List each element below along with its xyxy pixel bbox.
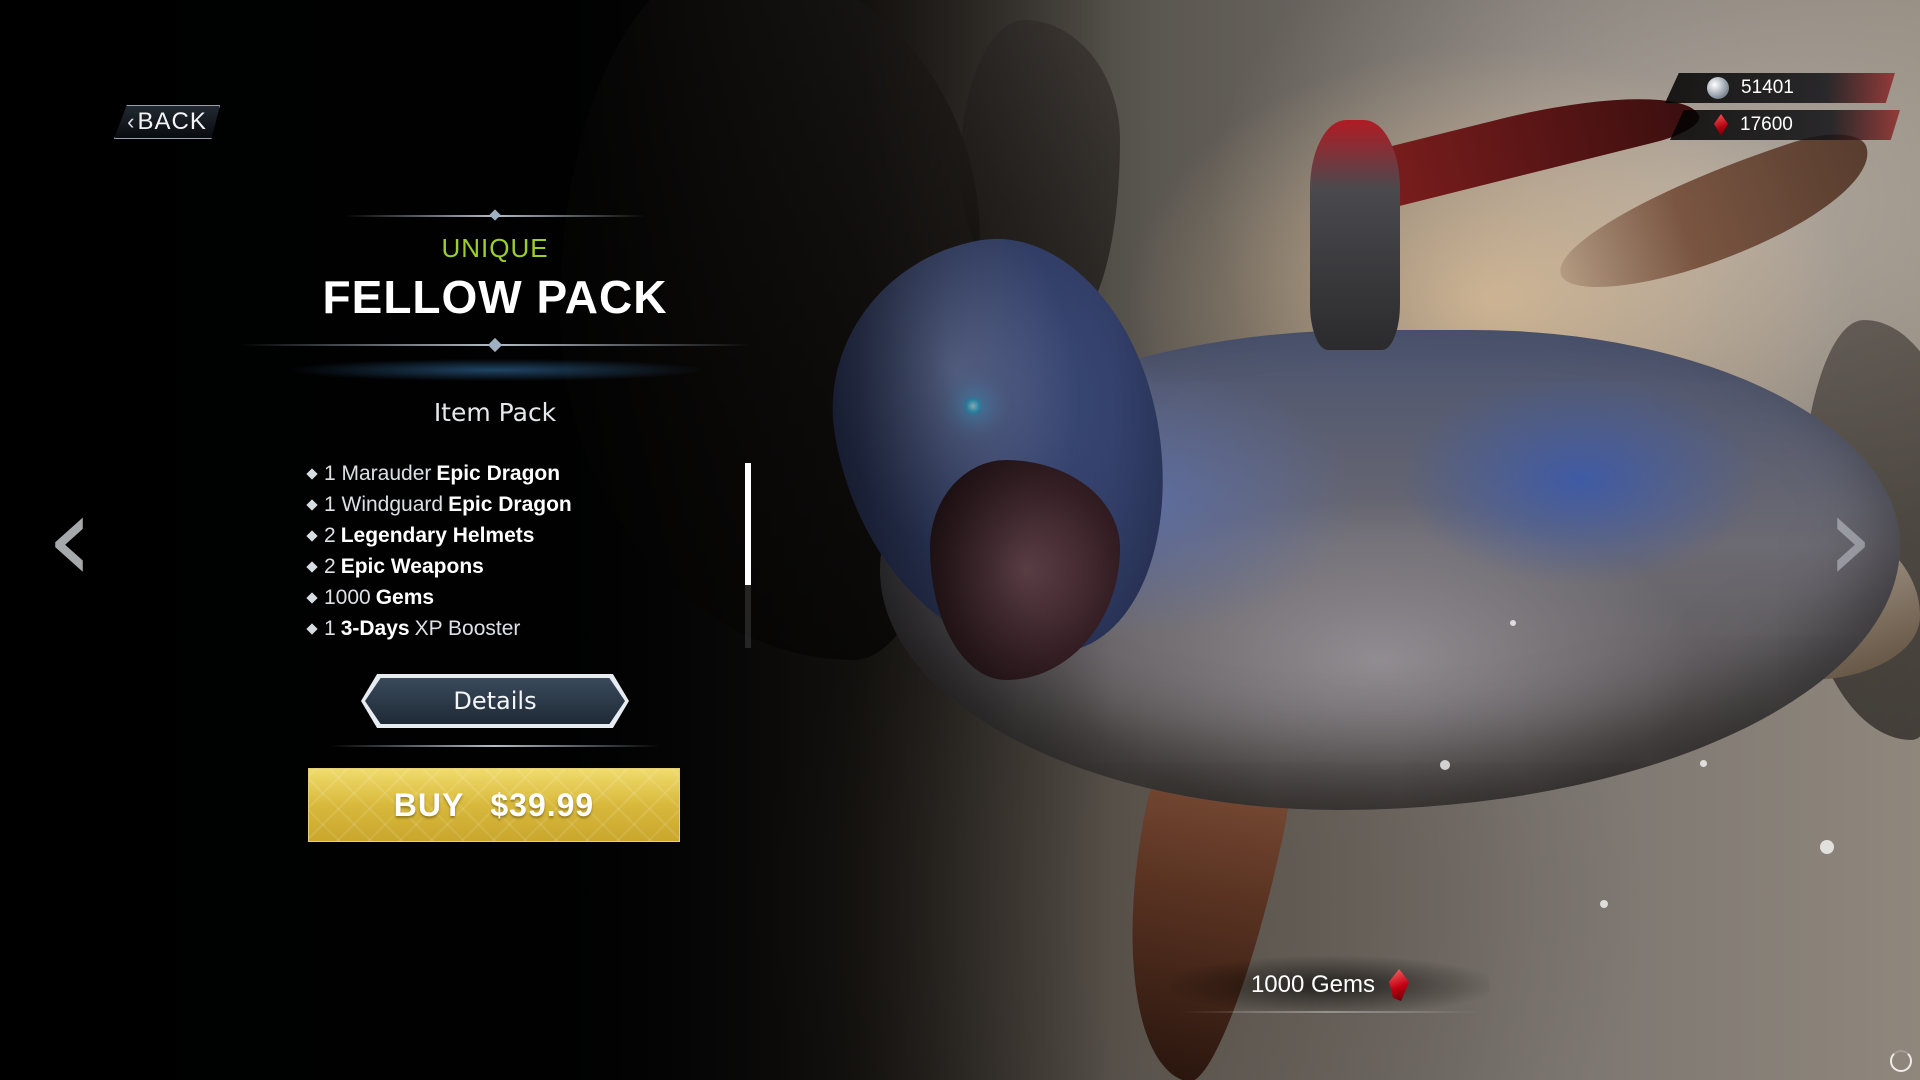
- diamond-bullet-icon: [306, 529, 318, 542]
- silver-amount: 51401: [1741, 77, 1794, 98]
- item-quantity: 1 Marauder: [324, 461, 432, 485]
- divider-glow: [240, 355, 750, 385]
- silver-coin-icon: [1707, 77, 1729, 99]
- divider-line: [330, 745, 660, 747]
- chevron-right-icon[interactable]: ›: [1826, 470, 1874, 610]
- gem-amount: 17600: [1740, 114, 1793, 135]
- details-button[interactable]: Details: [365, 678, 625, 724]
- left-panel-shade: [0, 0, 1920, 1080]
- pack-rarity: UNIQUE: [441, 233, 549, 263]
- item-quantity: 1 Windguard: [324, 492, 444, 516]
- chevron-left-icon[interactable]: ‹: [46, 470, 94, 610]
- item-name: Legendary Helmets: [340, 523, 535, 547]
- diamond-bullet-icon: [306, 622, 318, 635]
- pack-title: FELLOW PACK: [322, 271, 668, 323]
- gem-currency: 17600: [1670, 110, 1900, 140]
- silver-currency: 51401: [1665, 73, 1895, 103]
- item-quantity: 2: [324, 523, 336, 547]
- diamond-bullet-icon: [306, 560, 318, 573]
- pack-type: Item Pack: [433, 398, 557, 427]
- back-label: BACK: [137, 108, 207, 135]
- diamond-bullet-icon: [306, 591, 318, 604]
- details-label: Details: [453, 687, 537, 715]
- reward-text: 1000 Gems: [1250, 971, 1376, 998]
- background-artwork: [0, 0, 1920, 1080]
- back-button[interactable]: ‹ BACK: [114, 105, 220, 139]
- diamond-bullet-icon: [306, 467, 318, 480]
- pack-header: UNIQUE FELLOW PACK: [240, 209, 750, 353]
- scrollbar-thumb[interactable]: [745, 463, 751, 585]
- diamond-bullet-icon: [306, 498, 318, 511]
- item-name: Gems: [375, 585, 435, 609]
- item-list-scrollbar[interactable]: [745, 463, 751, 648]
- list-item: 1 3-Days XP Booster: [306, 613, 738, 644]
- item-suffix: XP Booster: [414, 616, 521, 640]
- list-item: 2 Legendary Helmets: [306, 520, 738, 551]
- buy-button[interactable]: BUY $39.99: [308, 768, 680, 842]
- list-item: 2 Epic Weapons: [306, 551, 738, 582]
- reward-caption: 1000 Gems: [1170, 955, 1490, 1015]
- item-name: 3-Days: [340, 616, 410, 640]
- price-label: $39.99: [490, 786, 595, 823]
- item-name: Epic Weapons: [340, 554, 484, 578]
- list-item: 1000 Gems: [306, 582, 738, 613]
- buy-label: BUY: [393, 786, 465, 823]
- item-quantity: 1: [324, 616, 336, 640]
- list-item: 1 Windguard Epic Dragon: [306, 489, 738, 520]
- chevron-left-icon: ‹: [127, 109, 136, 134]
- list-item: 1 Marauder Epic Dragon: [306, 458, 738, 489]
- item-name: Epic Dragon: [448, 492, 572, 516]
- item-quantity: 1000: [324, 585, 371, 609]
- divider-diamond-icon: [487, 337, 503, 353]
- item-quantity: 2: [324, 554, 336, 578]
- loading-icon: [1890, 1050, 1912, 1072]
- pack-item-list[interactable]: 1 Marauder Epic Dragon 1 Windguard Epic …: [306, 458, 738, 648]
- item-name: Epic Dragon: [436, 461, 561, 485]
- caption-underline: [1180, 1011, 1480, 1013]
